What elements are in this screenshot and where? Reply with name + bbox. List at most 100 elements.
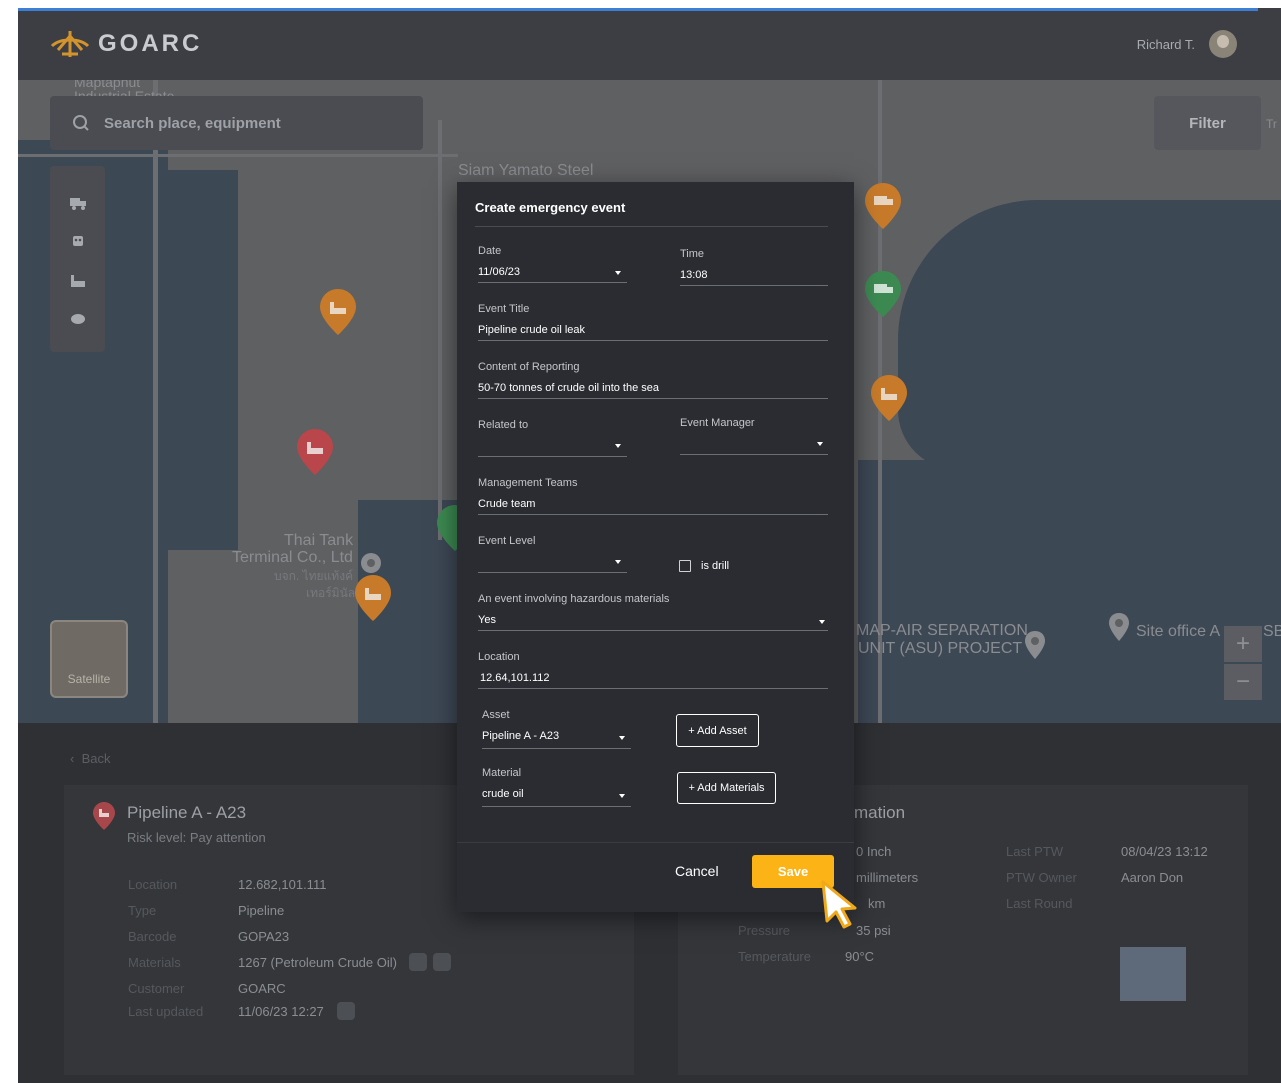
add-asset-button[interactable]: + Add Asset (676, 714, 759, 747)
chevron-down-icon[interactable] (817, 442, 823, 446)
field-value: GOPA23 (238, 929, 290, 944)
hazard-icon[interactable] (433, 953, 451, 971)
dialog-title: Create emergency event (475, 200, 626, 215)
hazard-select[interactable]: Yes (478, 614, 496, 626)
filter-button[interactable]: Filter (1154, 96, 1261, 150)
field-key: Barcode (128, 929, 177, 944)
field-key: Location (128, 877, 178, 892)
field-key: Materials (128, 955, 181, 970)
water-area (168, 170, 238, 550)
ptw-value: 08/04/23 13:12 (1121, 844, 1208, 859)
spec-value: millimeters (856, 870, 919, 885)
top-accent-line (18, 8, 1258, 11)
field-key: Customer (128, 981, 185, 996)
chevron-down-icon[interactable] (619, 794, 625, 798)
management-teams-label: Management Teams (478, 477, 578, 489)
field-underline (478, 514, 828, 515)
factory-pin-red-icon[interactable] (296, 428, 334, 476)
map-road (18, 154, 458, 157)
management-teams-input[interactable]: Crude team (478, 498, 535, 510)
brand-name: GOARC (98, 30, 203, 57)
zoom-in-button[interactable]: + (1224, 626, 1262, 662)
location-pin-icon[interactable] (360, 552, 382, 574)
field-value: Pipeline (238, 903, 285, 918)
location-pin-icon[interactable] (1108, 612, 1130, 642)
asset-select[interactable]: Pipeline A - A23 (482, 730, 559, 742)
asset-name: Pipeline A - A23 (127, 803, 247, 822)
related-to-label: Related to (478, 419, 529, 431)
factory-pin-orange-icon[interactable] (870, 374, 908, 422)
event-manager-select[interactable] (680, 436, 810, 450)
factory-pin-orange-icon[interactable] (354, 574, 392, 622)
is-drill-label: is drill (701, 560, 730, 572)
material-select[interactable]: crude oil (482, 788, 524, 800)
location-input[interactable]: 12.64,101.112 (480, 672, 550, 684)
search-input[interactable]: Search place, equipment (104, 115, 281, 132)
truck-icon[interactable] (69, 196, 87, 210)
map-label-tank-1: Thai Tank (284, 532, 354, 549)
avatar[interactable] (1209, 30, 1237, 58)
search-bar[interactable]: Search place, equipment (50, 96, 423, 150)
field-underline (478, 398, 828, 399)
field-underline (478, 456, 627, 457)
content-input[interactable]: 50-70 tonnes of crude oil into the sea (478, 382, 659, 394)
field-underline (680, 454, 828, 455)
time-label: Time (680, 248, 705, 260)
map-label-tr: Tr (1266, 117, 1277, 131)
user-menu[interactable]: Richard T. (1137, 30, 1237, 58)
map-label-tank-thai-1: บจก. ไทยแท้งค์ (274, 569, 354, 583)
chevron-down-icon[interactable] (615, 444, 621, 448)
satellite-label: Satellite (67, 672, 111, 686)
hazard-label: An event involving hazardous materials (478, 593, 670, 605)
field-underline (478, 282, 627, 283)
event-title-input[interactable]: Pipeline crude oil leak (478, 324, 585, 336)
factory-icon[interactable] (69, 274, 87, 288)
map-layer-toolbar (50, 166, 105, 352)
refresh-icon[interactable] (337, 1002, 355, 1020)
ptw-key: PTW Owner (1006, 870, 1077, 885)
map-road (438, 120, 442, 540)
time-input[interactable]: 13:08 (680, 269, 708, 281)
asset-label: Asset (482, 709, 510, 721)
top-header: GOARC Richard T. (18, 8, 1281, 80)
field-underline (482, 748, 631, 749)
field-key: Last updated (128, 1004, 204, 1019)
date-select[interactable]: 11/06/23 (478, 266, 520, 278)
chevron-down-icon[interactable] (615, 271, 621, 275)
add-materials-button[interactable]: + Add Materials (677, 772, 776, 804)
map-label-sb: SB (1263, 623, 1281, 640)
satellite-toggle[interactable]: Satellite (50, 620, 128, 698)
target-icon[interactable] (409, 953, 427, 971)
spec-value: 90°C (845, 949, 875, 964)
asset-photo[interactable] (1120, 947, 1186, 1001)
field-value: 11/06/23 12:27 (238, 1004, 324, 1019)
risk-level: Risk level: Pay attention (127, 830, 266, 845)
truck-pin-green-icon[interactable] (864, 270, 902, 318)
content-label: Content of Reporting (478, 361, 580, 373)
field-underline (680, 285, 828, 286)
brand-logo[interactable]: GOARC (50, 28, 202, 60)
factory-pin-orange-icon[interactable] (319, 288, 357, 336)
map-label-tank-2: Terminal Co., Ltd (232, 549, 353, 566)
map-label-asu-2: UNIT (ASU) PROJECT (858, 640, 1023, 657)
zoom-out-button[interactable]: − (1224, 664, 1262, 700)
field-value: GOARC (238, 981, 286, 996)
create-emergency-event-dialog: Create emergency event Date 11/06/23 Tim… (457, 182, 854, 912)
chevron-down-icon[interactable] (615, 560, 621, 564)
water-area (858, 460, 1281, 723)
location-pin-icon[interactable] (1024, 630, 1046, 660)
field-value: 12.682,101.111 (238, 877, 327, 892)
weather-icon[interactable] (69, 312, 87, 326)
app-window: GOARC Richard T. Maptaphut Industrial Es… (18, 8, 1281, 1083)
truck-pin-orange-icon[interactable] (864, 182, 902, 230)
chevron-down-icon[interactable] (619, 736, 625, 740)
event-level-select[interactable] (478, 554, 608, 568)
spec-value: km (868, 896, 886, 911)
related-to-select[interactable] (478, 438, 608, 452)
field-underline (478, 572, 627, 573)
chevron-down-icon[interactable] (819, 620, 825, 624)
cancel-button[interactable]: Cancel (675, 863, 719, 879)
robot-icon[interactable] (69, 234, 87, 248)
back-link[interactable]: ‹ Back (70, 751, 110, 766)
is-drill-checkbox[interactable] (679, 560, 691, 572)
